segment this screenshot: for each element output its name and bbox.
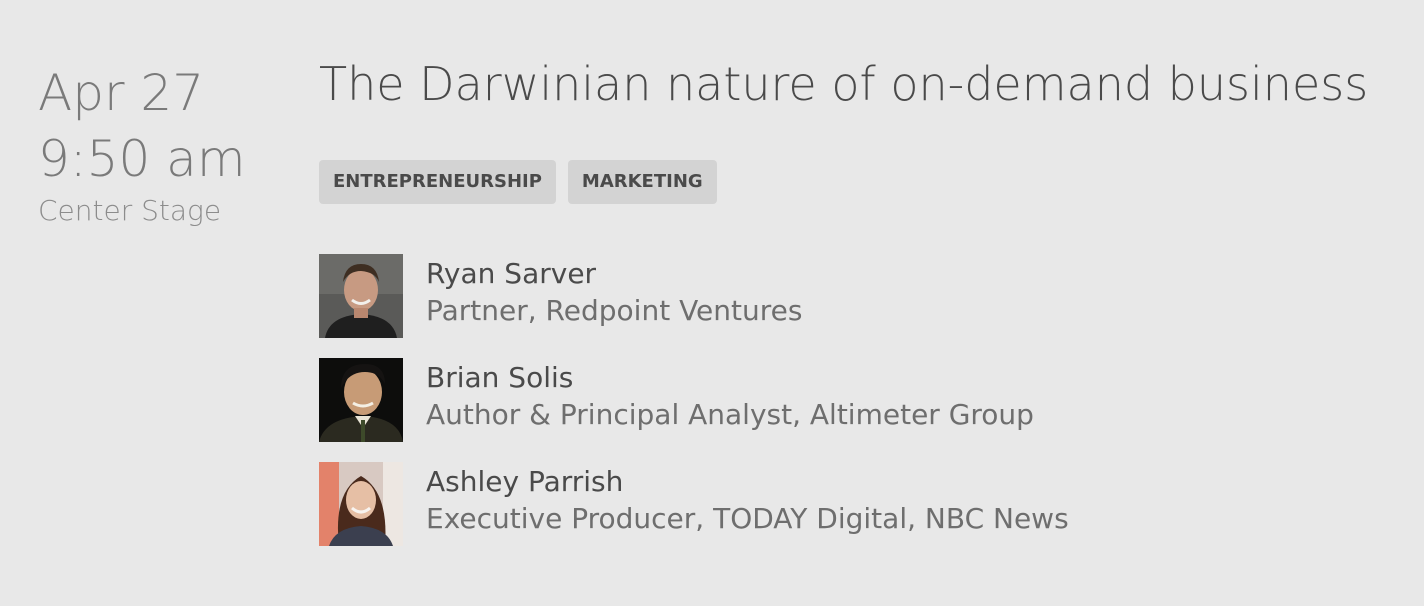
session-card: Apr 27 9:50 am Center Stage The Darwinia… <box>0 0 1424 606</box>
tag-list: ENTREPRENEURSHIP MARKETING <box>319 160 1409 204</box>
speaker-role: Partner, Redpoint Ventures <box>426 294 803 327</box>
speaker-name[interactable]: Ryan Sarver <box>426 256 802 292</box>
speaker-name[interactable]: Brian Solis <box>426 360 1034 396</box>
session-date: Apr 27 <box>38 64 205 122</box>
session-time: 9:50 am <box>38 130 246 188</box>
speaker-role: Executive Producer, TODAY Digital, NBC N… <box>426 502 1069 535</box>
avatar[interactable] <box>319 254 403 338</box>
person-photo-icon <box>319 358 403 442</box>
speaker-item-ryan-sarver[interactable]: Ryan Sarver Partner, Redpoint Ventures <box>319 254 1409 338</box>
tag-entrepreneurship[interactable]: ENTREPRENEURSHIP <box>319 160 556 204</box>
speaker-item-ashley-parrish[interactable]: Ashley Parrish Executive Producer, TODAY… <box>319 462 1409 546</box>
avatar[interactable] <box>319 358 403 442</box>
speaker-name[interactable]: Ashley Parrish <box>426 464 1069 500</box>
session-room: Center Stage <box>38 194 222 227</box>
speaker-details: Brian Solis Author & Principal Analyst, … <box>426 358 1034 434</box>
session-content: The Darwinian nature of on-demand busine… <box>319 52 1409 566</box>
speaker-list: Ryan Sarver Partner, Redpoint Ventures B… <box>319 254 1409 546</box>
tag-marketing[interactable]: MARKETING <box>567 160 717 204</box>
speaker-details: Ryan Sarver Partner, Redpoint Ventures <box>426 254 802 330</box>
person-photo-icon <box>319 462 403 546</box>
speaker-role: Author & Principal Analyst, Altimeter Gr… <box>426 398 1034 431</box>
session-title: The Darwinian nature of on-demand busine… <box>319 57 1369 111</box>
speaker-item-brian-solis[interactable]: Brian Solis Author & Principal Analyst, … <box>319 358 1409 442</box>
person-photo-icon <box>319 254 403 338</box>
avatar[interactable] <box>319 462 403 546</box>
session-schedule: Apr 27 9:50 am Center Stage <box>38 60 298 228</box>
speaker-details: Ashley Parrish Executive Producer, TODAY… <box>426 462 1069 538</box>
